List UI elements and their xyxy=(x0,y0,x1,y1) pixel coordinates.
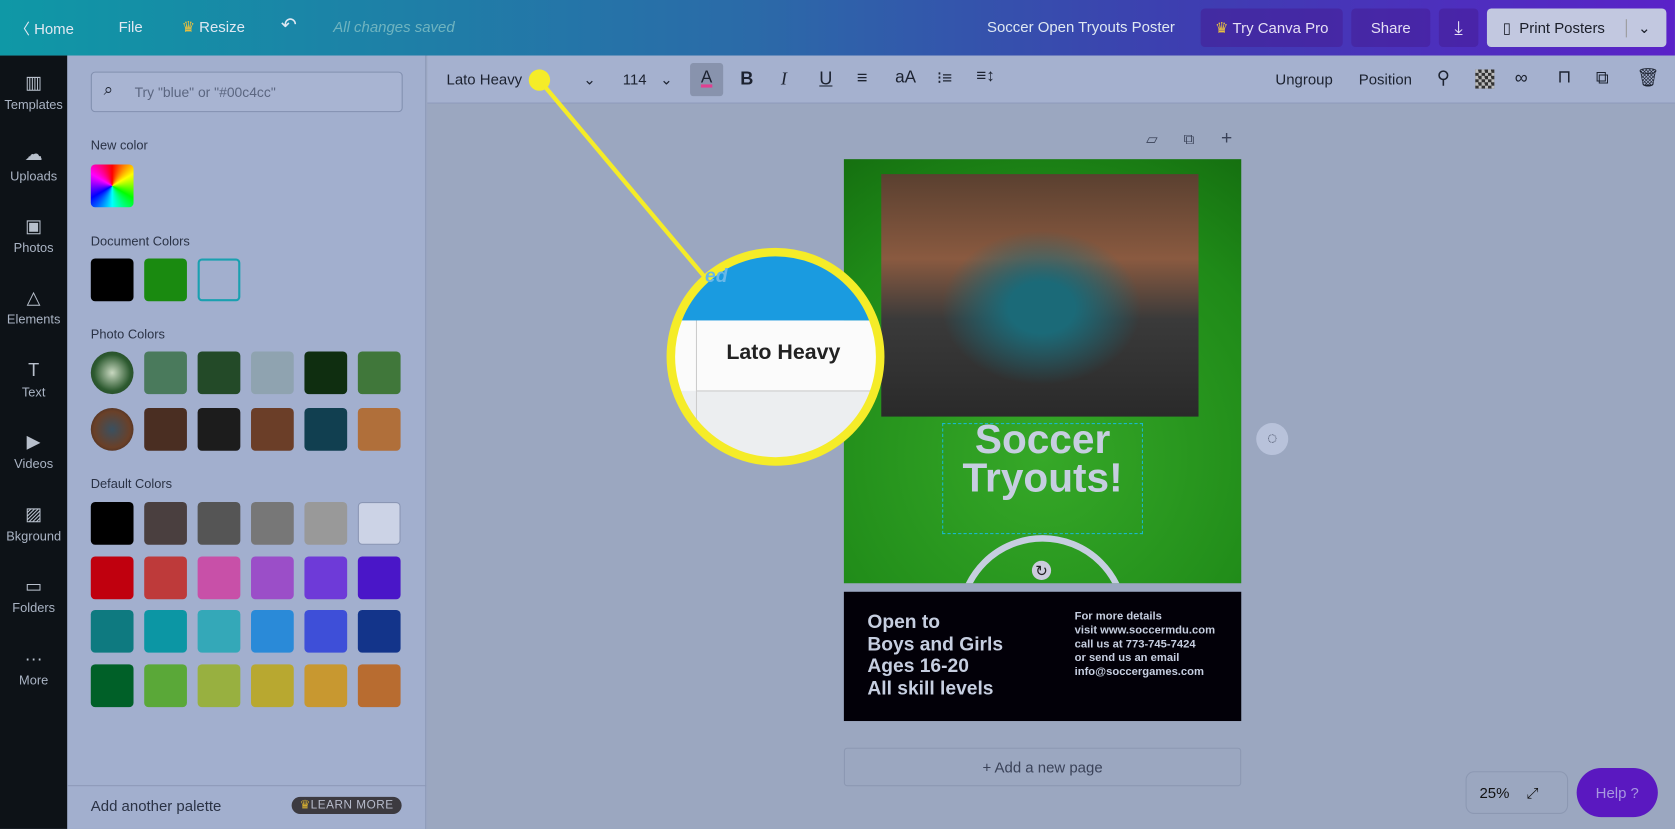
callout-overlay xyxy=(528,69,885,466)
callout-dot xyxy=(528,69,551,91)
callout-line xyxy=(537,78,709,282)
magnifier-partial-text: ed xyxy=(705,264,728,287)
magnifier-font-label: Lato Heavy xyxy=(726,340,841,365)
